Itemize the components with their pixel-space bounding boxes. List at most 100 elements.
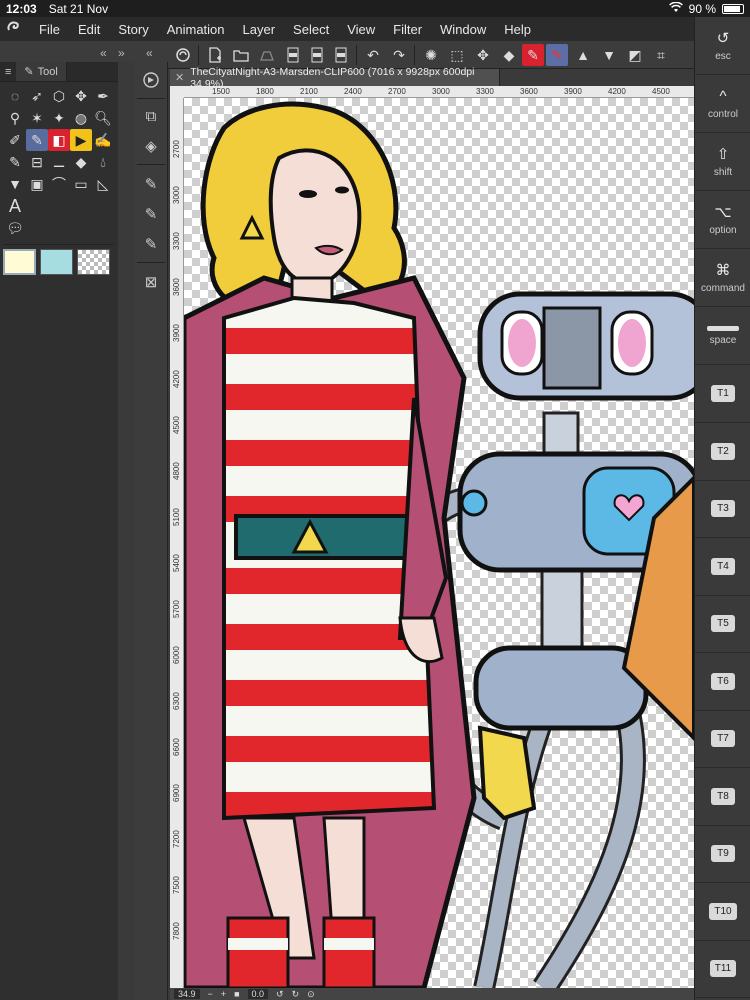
t-key-button[interactable]: T5 — [695, 595, 750, 653]
blend-icon[interactable]: 💧︎ — [92, 151, 114, 173]
save-icon[interactable] — [256, 44, 278, 66]
swatch-sub-color[interactable] — [40, 249, 73, 275]
tool-property-icon[interactable]: ✎ — [137, 200, 165, 228]
t-key-button[interactable]: T7 — [695, 710, 750, 768]
panel-menu-icon[interactable]: ≡ — [0, 66, 16, 78]
export-jpg-icon[interactable] — [282, 44, 304, 66]
rotation-angle[interactable]: 0.0 — [247, 989, 269, 999]
menu-help[interactable]: Help — [495, 22, 540, 37]
t-key-button[interactable]: T1 — [695, 365, 750, 423]
layer-move-icon[interactable]: ⬡ — [48, 85, 70, 107]
tab-tool[interactable]: ✎ Tool — [16, 62, 67, 81]
export-png-icon[interactable] — [306, 44, 328, 66]
marker-icon[interactable]: ✍ — [92, 129, 114, 151]
fill-icon[interactable]: ▼ — [4, 173, 26, 195]
swatch-main-color[interactable] — [3, 249, 36, 275]
export-psd-icon[interactable] — [330, 44, 352, 66]
clip-studio-icon[interactable] — [172, 44, 194, 66]
magic-wand-icon[interactable]: ✶ — [26, 107, 48, 129]
option-key[interactable]: ⌥ option — [695, 191, 750, 249]
busy-spinner-icon[interactable]: ✺ — [420, 44, 442, 66]
layer-property-icon[interactable]: ⧉ — [137, 102, 165, 130]
decoration-icon[interactable]: ⚊ — [48, 151, 70, 173]
t-key-button[interactable]: T9 — [695, 825, 750, 883]
curve-icon[interactable]: ⌒ — [48, 173, 70, 195]
airbrush-icon[interactable]: ⊟ — [26, 151, 48, 173]
eraser-clear-icon[interactable]: ◆ — [498, 44, 520, 66]
t-key-button[interactable]: T3 — [695, 480, 750, 538]
pen-nib-icon[interactable]: ✒ — [92, 85, 114, 107]
swatch-transparent[interactable] — [77, 249, 110, 275]
gradient-icon[interactable]: ▣ — [26, 173, 48, 195]
rotate-left-icon[interactable]: ↺ — [276, 989, 284, 1000]
app-logo-icon[interactable] — [0, 20, 30, 39]
zoom-in-icon[interactable]: + — [221, 989, 226, 999]
collapse-chevron-icon[interactable]: « — [146, 46, 153, 60]
move-tool-icon[interactable]: ✥ — [70, 85, 92, 107]
t-key-button[interactable]: T8 — [695, 768, 750, 826]
object-select-icon[interactable]: ➶ — [26, 85, 48, 107]
menu-select[interactable]: Select — [284, 22, 338, 37]
frame-icon[interactable]: ▭ — [70, 173, 92, 195]
pencil-selected-icon[interactable]: ✎ — [26, 129, 48, 151]
t-key-button[interactable]: T2 — [695, 423, 750, 481]
pen-color-tool-icon[interactable]: ✎ — [546, 44, 568, 66]
material-icon[interactable]: ⊠ — [137, 268, 165, 296]
brush-size-icon[interactable]: ✎ — [137, 230, 165, 258]
invert-selection-icon[interactable]: ◩ — [624, 44, 646, 66]
eyedropper-icon[interactable]: ⚲ — [4, 107, 26, 129]
speech-balloon-icon[interactable]: 💬︎ — [4, 217, 26, 239]
command-key[interactable]: ⌘ command — [695, 249, 750, 307]
layers-icon[interactable]: ◈ — [137, 132, 165, 160]
menu-filter[interactable]: Filter — [384, 22, 431, 37]
fill-bucket-icon[interactable]: ▲ — [572, 44, 594, 66]
t-key-button[interactable]: T11 — [695, 940, 750, 998]
zoom-level[interactable]: 34.9 — [174, 989, 200, 999]
space-key[interactable]: space — [695, 307, 750, 365]
pen-icon[interactable]: ✐ — [4, 129, 26, 151]
play-yellow-icon[interactable]: ▶ — [70, 129, 92, 151]
zoom-out-icon[interactable]: − — [208, 989, 213, 999]
control-key[interactable]: ^ control — [695, 75, 750, 133]
rotate-right-icon[interactable]: ↻ — [292, 989, 300, 1000]
shift-key[interactable]: ⇧ shift — [695, 133, 750, 191]
t-key-button[interactable]: T6 — [695, 653, 750, 711]
new-file-icon[interactable] — [204, 44, 226, 66]
t-key-button[interactable]: T4 — [695, 538, 750, 596]
move-icon[interactable]: ✥ — [472, 44, 494, 66]
document-tab[interactable]: ✕ TheCityatNight-A3-Marsden-CLIP600 (701… — [170, 66, 500, 90]
reset-rotation-icon[interactable]: ⊙ — [307, 989, 315, 1000]
close-tab-icon[interactable]: ✕ — [175, 71, 184, 84]
sub-tool-icon[interactable]: ✎ — [137, 170, 165, 198]
text-icon[interactable]: A — [4, 195, 26, 217]
eraser-icon[interactable]: ◆ — [70, 151, 92, 173]
eraser-red-icon[interactable]: ◧ — [48, 129, 70, 151]
lasso-icon[interactable]: ◌ — [4, 85, 26, 107]
open-folder-icon[interactable] — [230, 44, 252, 66]
menu-file[interactable]: File — [30, 22, 69, 37]
sparkle-icon[interactable]: ✦ — [48, 107, 70, 129]
zoom-icon[interactable]: 🔍︎ — [92, 107, 114, 129]
navigator-icon[interactable] — [137, 66, 165, 94]
expand-right-chevron-icon[interactable]: » — [118, 46, 125, 60]
menu-window[interactable]: Window — [431, 22, 495, 37]
esc-key[interactable]: ↺ esc — [695, 17, 750, 75]
brush-tool-icon[interactable]: ✎ — [4, 151, 26, 173]
menu-animation[interactable]: Animation — [158, 22, 234, 37]
menu-edit[interactable]: Edit — [69, 22, 109, 37]
drawing-canvas[interactable] — [184, 98, 694, 988]
fill-bucket-alt-icon[interactable]: ▼ — [598, 44, 620, 66]
undo-icon[interactable]: ↶ — [362, 44, 384, 66]
redo-icon[interactable]: ↷ — [388, 44, 410, 66]
rotate-view-icon[interactable]: ◍ — [70, 107, 92, 129]
menu-story[interactable]: Story — [109, 22, 157, 37]
fit-icon[interactable]: ■ — [234, 989, 239, 999]
crop-icon[interactable]: ⌗ — [650, 44, 672, 66]
menu-view[interactable]: View — [338, 22, 384, 37]
pen-tool-icon[interactable]: ✎ — [522, 44, 544, 66]
ruler-icon[interactable]: ◺ — [92, 173, 114, 195]
collapse-left-chevron-icon[interactable]: « — [100, 46, 107, 60]
menu-layer[interactable]: Layer — [234, 22, 285, 37]
transform-icon[interactable]: ⬚ — [446, 44, 468, 66]
t-key-button[interactable]: T10 — [695, 883, 750, 941]
